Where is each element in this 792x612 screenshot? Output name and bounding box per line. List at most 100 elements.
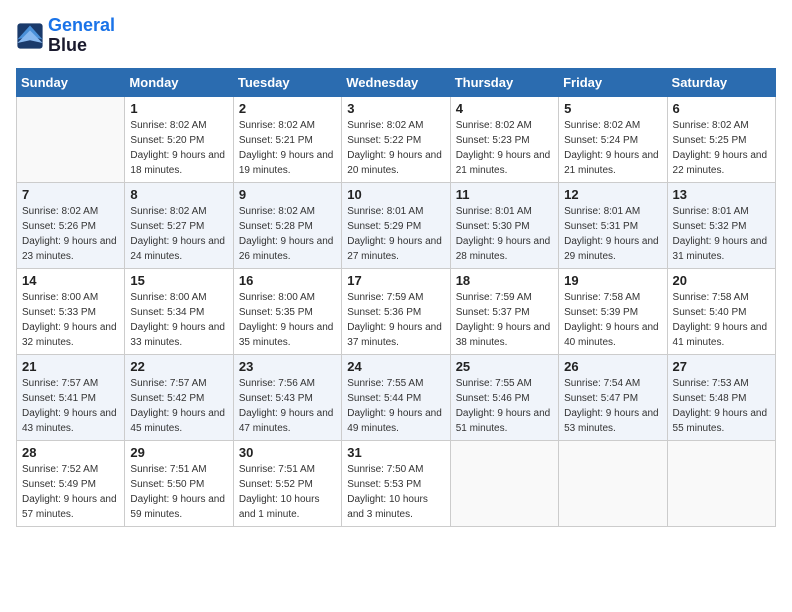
day-detail: Sunrise: 8:01 AMSunset: 5:29 PMDaylight:… [347, 204, 444, 264]
day-number: 23 [239, 359, 336, 374]
day-cell: 6 Sunrise: 8:02 AMSunset: 5:25 PMDaylight… [667, 96, 775, 182]
week-row-5: 28 Sunrise: 7:52 AMSunset: 5:49 PMDayligh… [17, 440, 776, 526]
day-number: 11 [456, 187, 553, 202]
page-header: GeneralBlue [16, 16, 776, 56]
day-detail: Sunrise: 8:01 AMSunset: 5:30 PMDaylight:… [456, 204, 553, 264]
day-number: 8 [130, 187, 227, 202]
day-number: 3 [347, 101, 444, 116]
day-detail: Sunrise: 8:00 AMSunset: 5:33 PMDaylight:… [22, 290, 119, 350]
day-number: 25 [456, 359, 553, 374]
day-cell: 14 Sunrise: 8:00 AMSunset: 5:33 PMDayligh… [17, 268, 125, 354]
day-detail: Sunrise: 7:57 AMSunset: 5:42 PMDaylight:… [130, 376, 227, 436]
day-cell: 21 Sunrise: 7:57 AMSunset: 5:41 PMDayligh… [17, 354, 125, 440]
day-detail: Sunrise: 8:02 AMSunset: 5:25 PMDaylight:… [673, 118, 770, 178]
day-cell: 27 Sunrise: 7:53 AMSunset: 5:48 PMDayligh… [667, 354, 775, 440]
day-cell: 22 Sunrise: 7:57 AMSunset: 5:42 PMDayligh… [125, 354, 233, 440]
week-row-1: 1 Sunrise: 8:02 AMSunset: 5:20 PMDaylight… [17, 96, 776, 182]
day-number: 29 [130, 445, 227, 460]
day-cell: 15 Sunrise: 8:00 AMSunset: 5:34 PMDayligh… [125, 268, 233, 354]
col-header-tuesday: Tuesday [233, 68, 341, 96]
day-cell [667, 440, 775, 526]
day-number: 30 [239, 445, 336, 460]
week-row-2: 7Sunrise: 8:02 AMSunset: 5:26 PMDaylight… [17, 182, 776, 268]
day-detail: Sunrise: 8:01 AMSunset: 5:32 PMDaylight:… [673, 204, 770, 264]
day-cell: 31 Sunrise: 7:50 AMSunset: 5:53 PMDayligh… [342, 440, 450, 526]
day-cell: 20 Sunrise: 7:58 AMSunset: 5:40 PMDayligh… [667, 268, 775, 354]
day-number: 21 [22, 359, 119, 374]
day-detail: Sunrise: 7:58 AMSunset: 5:39 PMDaylight:… [564, 290, 661, 350]
day-cell: 19 Sunrise: 7:58 AMSunset: 5:39 PMDayligh… [559, 268, 667, 354]
day-number: 1 [130, 101, 227, 116]
day-number: 20 [673, 273, 770, 288]
day-detail: Sunrise: 7:58 AMSunset: 5:40 PMDaylight:… [673, 290, 770, 350]
day-cell: 25 Sunrise: 7:55 AMSunset: 5:46 PMDayligh… [450, 354, 558, 440]
day-cell [17, 96, 125, 182]
day-number: 19 [564, 273, 661, 288]
day-number: 18 [456, 273, 553, 288]
day-number: 14 [22, 273, 119, 288]
day-number: 5 [564, 101, 661, 116]
col-header-thursday: Thursday [450, 68, 558, 96]
day-number: 9 [239, 187, 336, 202]
day-detail: Sunrise: 8:02 AMSunset: 5:22 PMDaylight:… [347, 118, 444, 178]
day-number: 26 [564, 359, 661, 374]
day-detail: Sunrise: 8:01 AMSunset: 5:31 PMDaylight:… [564, 204, 661, 264]
day-detail: Sunrise: 7:55 AMSunset: 5:46 PMDaylight:… [456, 376, 553, 436]
day-detail: Sunrise: 7:55 AMSunset: 5:44 PMDaylight:… [347, 376, 444, 436]
day-number: 16 [239, 273, 336, 288]
day-cell: 10 Sunrise: 8:01 AMSunset: 5:29 PMDayligh… [342, 182, 450, 268]
day-number: 10 [347, 187, 444, 202]
day-detail: Sunrise: 7:52 AMSunset: 5:49 PMDaylight:… [22, 462, 119, 522]
day-cell: 30Sunrise: 7:51 AMSunset: 5:52 PMDayligh… [233, 440, 341, 526]
day-cell [450, 440, 558, 526]
day-number: 31 [347, 445, 444, 460]
day-cell: 9 Sunrise: 8:02 AMSunset: 5:28 PMDaylight… [233, 182, 341, 268]
day-number: 6 [673, 101, 770, 116]
day-cell: 29Sunrise: 7:51 AMSunset: 5:50 PMDayligh… [125, 440, 233, 526]
day-number: 27 [673, 359, 770, 374]
calendar-table: SundayMondayTuesdayWednesdayThursdayFrid… [16, 68, 776, 527]
day-cell: 8 Sunrise: 8:02 AMSunset: 5:27 PMDaylight… [125, 182, 233, 268]
col-header-monday: Monday [125, 68, 233, 96]
week-row-3: 14 Sunrise: 8:00 AMSunset: 5:33 PMDayligh… [17, 268, 776, 354]
day-detail: Sunrise: 7:57 AMSunset: 5:41 PMDaylight:… [22, 376, 119, 436]
day-detail: Sunrise: 8:02 AMSunset: 5:24 PMDaylight:… [564, 118, 661, 178]
day-number: 13 [673, 187, 770, 202]
day-cell [559, 440, 667, 526]
day-number: 15 [130, 273, 227, 288]
day-cell: 26 Sunrise: 7:54 AMSunset: 5:47 PMDayligh… [559, 354, 667, 440]
day-cell: 17Sunrise: 7:59 AMSunset: 5:36 PMDayligh… [342, 268, 450, 354]
day-number: 12 [564, 187, 661, 202]
day-detail: Sunrise: 8:00 AMSunset: 5:34 PMDaylight:… [130, 290, 227, 350]
day-detail: Sunrise: 8:02 AMSunset: 5:26 PMDaylight:… [22, 204, 119, 264]
day-cell: 7Sunrise: 8:02 AMSunset: 5:26 PMDaylight… [17, 182, 125, 268]
day-cell: 1 Sunrise: 8:02 AMSunset: 5:20 PMDaylight… [125, 96, 233, 182]
logo-icon [16, 22, 44, 50]
day-cell: 28 Sunrise: 7:52 AMSunset: 5:49 PMDayligh… [17, 440, 125, 526]
day-cell: 2Sunrise: 8:02 AMSunset: 5:21 PMDaylight… [233, 96, 341, 182]
day-detail: Sunrise: 7:59 AMSunset: 5:37 PMDaylight:… [456, 290, 553, 350]
logo-name: GeneralBlue [48, 16, 115, 56]
day-detail: Sunrise: 8:02 AMSunset: 5:28 PMDaylight:… [239, 204, 336, 264]
col-header-sunday: Sunday [17, 68, 125, 96]
day-number: 24 [347, 359, 444, 374]
day-number: 28 [22, 445, 119, 460]
day-detail: Sunrise: 7:53 AMSunset: 5:48 PMDaylight:… [673, 376, 770, 436]
day-detail: Sunrise: 7:50 AMSunset: 5:53 PMDaylight:… [347, 462, 444, 522]
col-header-wednesday: Wednesday [342, 68, 450, 96]
day-cell: 24 Sunrise: 7:55 AMSunset: 5:44 PMDayligh… [342, 354, 450, 440]
day-cell: 13 Sunrise: 8:01 AMSunset: 5:32 PMDayligh… [667, 182, 775, 268]
day-detail: Sunrise: 7:54 AMSunset: 5:47 PMDaylight:… [564, 376, 661, 436]
day-cell: 3 Sunrise: 8:02 AMSunset: 5:22 PMDaylight… [342, 96, 450, 182]
day-number: 22 [130, 359, 227, 374]
day-detail: Sunrise: 8:00 AMSunset: 5:35 PMDaylight:… [239, 290, 336, 350]
day-detail: Sunrise: 8:02 AMSunset: 5:27 PMDaylight:… [130, 204, 227, 264]
day-cell: 23Sunrise: 7:56 AMSunset: 5:43 PMDayligh… [233, 354, 341, 440]
day-cell: 5 Sunrise: 8:02 AMSunset: 5:24 PMDaylight… [559, 96, 667, 182]
day-number: 2 [239, 101, 336, 116]
day-cell: 11 Sunrise: 8:01 AMSunset: 5:30 PMDayligh… [450, 182, 558, 268]
day-cell: 16 Sunrise: 8:00 AMSunset: 5:35 PMDayligh… [233, 268, 341, 354]
day-detail: Sunrise: 8:02 AMSunset: 5:20 PMDaylight:… [130, 118, 227, 178]
day-detail: Sunrise: 7:59 AMSunset: 5:36 PMDaylight:… [347, 290, 444, 350]
day-cell: 18 Sunrise: 7:59 AMSunset: 5:37 PMDayligh… [450, 268, 558, 354]
